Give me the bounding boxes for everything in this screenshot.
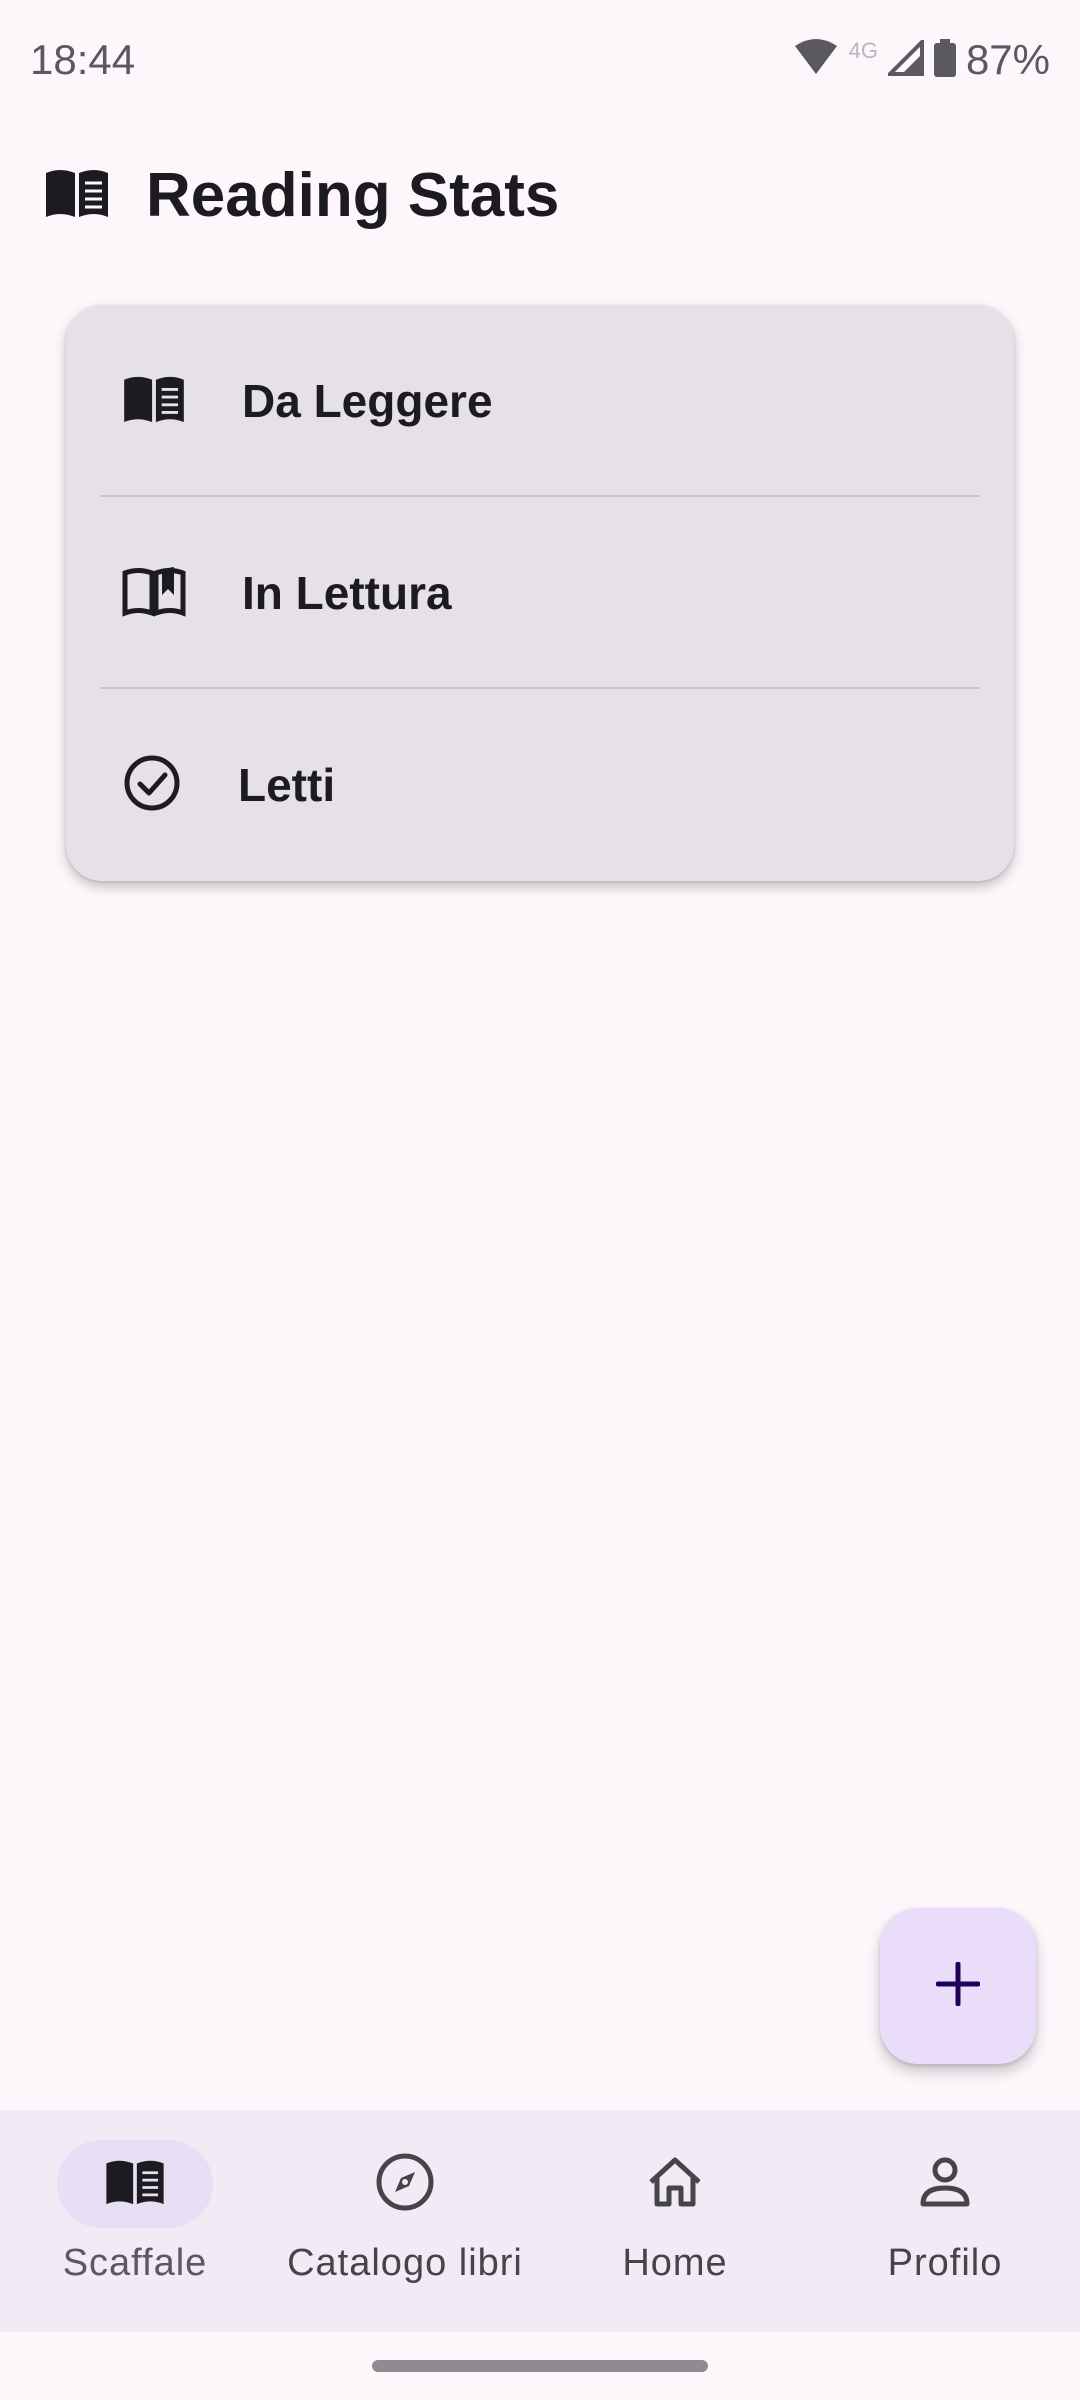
nav-active-indicator <box>57 2140 213 2228</box>
status-bar: 18:44 4G 87% <box>0 0 1080 120</box>
shelf-label: Letti <box>238 759 336 811</box>
person-icon <box>919 2156 971 2213</box>
compass-icon <box>375 2152 435 2217</box>
app-bar: Reading Stats <box>0 130 1080 260</box>
shelf-item-in-lettura[interactable]: In Lettura <box>66 497 1014 689</box>
shelf-label: In Lettura <box>242 567 452 619</box>
bottom-navigation: Scaffale Catalogo libri Home Profilo <box>0 2110 1080 2332</box>
nav-item-catalogo-libri[interactable]: Catalogo libri <box>270 2110 540 2332</box>
status-time: 18:44 <box>30 36 136 83</box>
nav-label: Scaffale <box>62 2242 208 2284</box>
book-open-filled-icon <box>122 374 186 429</box>
nav-icon-slot <box>327 2140 483 2228</box>
shelf-item-letti[interactable]: Letti <box>66 689 1014 881</box>
page-title: Reading Stats <box>146 160 560 230</box>
shelves-card: Da Leggere In Lettura Letti <box>66 305 1014 881</box>
shelf-item-da-leggere[interactable]: Da Leggere <box>66 305 1014 497</box>
plus-icon <box>935 1961 981 2011</box>
book-open-icon <box>44 167 110 224</box>
nav-item-profilo[interactable]: Profilo <box>810 2110 1080 2332</box>
screen: 18:44 4G 87% Reading Stats Da Leggere In… <box>0 0 1080 2400</box>
nav-icon-slot <box>867 2140 1023 2228</box>
nav-icon-slot <box>597 2140 753 2228</box>
battery-percent: 87% <box>965 36 1050 83</box>
shelf-label: Da Leggere <box>242 375 493 427</box>
signal-icon <box>885 36 924 81</box>
book-open-icon <box>104 2158 166 2211</box>
battery-icon <box>933 38 956 82</box>
add-book-button[interactable] <box>880 1908 1036 2064</box>
nav-label: Catalogo libri <box>287 2242 523 2284</box>
gesture-handle[interactable] <box>372 2360 708 2372</box>
home-icon <box>647 2156 703 2213</box>
wifi-icon <box>793 38 839 83</box>
network-type: 4G <box>848 38 878 63</box>
nav-label: Home <box>622 2242 728 2284</box>
check-circle-icon <box>122 753 182 818</box>
nav-item-home[interactable]: Home <box>540 2110 810 2332</box>
status-indicators: 4G 87% <box>793 36 1050 84</box>
nav-label: Profilo <box>887 2242 1003 2284</box>
nav-item-scaffale[interactable]: Scaffale <box>0 2110 270 2332</box>
book-open-outline-icon <box>122 565 186 622</box>
